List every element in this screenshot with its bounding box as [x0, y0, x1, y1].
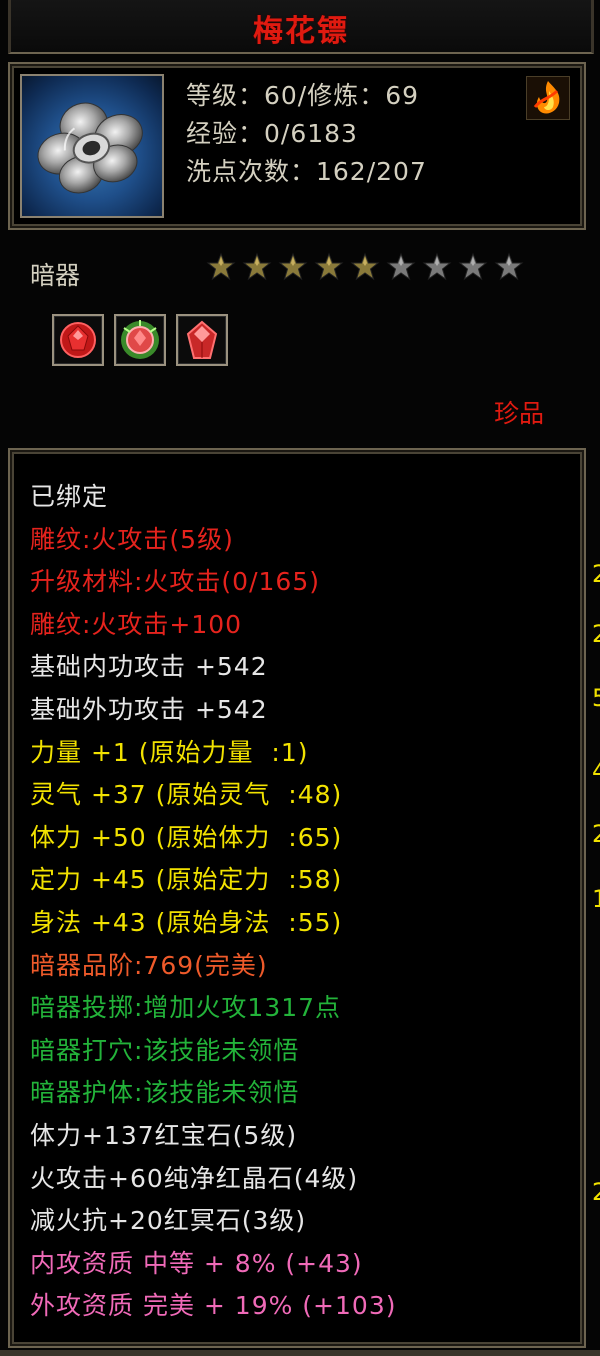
star-empty-icon — [422, 252, 452, 282]
attribute-line: 升级材料:火攻击(0/165) — [30, 567, 320, 597]
attribute-line: 力量 +1 (原始力量 :1) — [30, 737, 309, 767]
star-filled-icon — [242, 252, 272, 282]
attribute-line: 定力 +45 (原始定力 :58) — [30, 865, 343, 895]
attribute-line: 暗器护体:该技能未领悟 — [30, 1078, 300, 1108]
star-empty-icon — [458, 252, 488, 282]
attribute-line: 基础外功攻击 +542 — [30, 694, 268, 724]
edge-digit: 2 — [592, 820, 600, 848]
attribute-line: 减火抗+20红冥石(3级) — [30, 1206, 307, 1236]
exp-line: 经验：0/6183 — [186, 119, 358, 148]
star-empty-icon — [494, 252, 524, 282]
ruby-gem-icon[interactable] — [52, 314, 104, 366]
star-filled-icon — [278, 252, 308, 282]
item-type-label: 暗器 — [30, 261, 81, 290]
star-filled-icon — [350, 252, 380, 282]
edge-digit: 2 — [592, 620, 600, 648]
edge-digit: 2 — [592, 560, 600, 588]
star-filled-icon — [314, 252, 344, 282]
attribute-line: 身法 +43 (原始身法 :55) — [30, 907, 343, 937]
red-shard-icon[interactable] — [176, 314, 228, 366]
attribute-line: 暗器打穴:该技能未领悟 — [30, 1035, 300, 1065]
edge-digit: 5 — [592, 684, 600, 712]
attribute-list: 已绑定雕纹:火攻击(5级) 升级材料:火攻击(0/165) 雕纹:火攻击+100 基础… — [30, 476, 396, 1328]
edge-digit: 2 — [592, 1178, 600, 1206]
edge-digit: 1 — [592, 885, 600, 913]
pure-red-crystal-icon[interactable] — [114, 314, 166, 366]
plum-blossom-dart-icon — [20, 74, 164, 218]
attribute-line: 暗器投掷:增加火攻1317点 — [30, 993, 342, 1023]
attribute-line: 已绑定 — [30, 482, 109, 511]
fire-element-icon — [526, 76, 570, 120]
attribute-line: 雕纹:火攻击+100 — [30, 609, 243, 639]
star-filled-icon — [206, 252, 236, 282]
attribute-line: 内攻资质 中等 + 8% (+43) — [30, 1248, 363, 1278]
attribute-line: 灵气 +37 (原始灵气 :48) — [30, 780, 343, 810]
attribute-line: 外攻资质 完美 + 19% (+103) — [30, 1291, 397, 1321]
attribute-line: 火攻击+60纯净红晶石(4级) — [30, 1163, 359, 1193]
title-bar: 梅花镖 — [8, 0, 594, 54]
reset-count-line: 洗点次数：162/207 — [186, 157, 427, 186]
level-line: 等级：60/修炼：69 — [186, 81, 420, 110]
attribute-line: 暗器品阶:769(完美) — [30, 950, 268, 980]
attribute-line: 雕纹:火攻击(5级) — [30, 524, 234, 554]
item-tooltip: 梅花镖 等级：60/修炼：69 经验：0/6183 洗点次数：162/207 暗… — [0, 0, 600, 1356]
bottom-border — [0, 1350, 600, 1356]
edge-digit: 4 — [592, 757, 600, 785]
attribute-line: 体力+137红宝石(5级) — [30, 1120, 298, 1150]
item-name: 梅花镖 — [253, 14, 349, 49]
rarity-label: 珍品 — [493, 399, 544, 428]
attribute-line: 体力 +50 (原始体力 :65) — [30, 822, 343, 852]
item-header-panel: 等级：60/修炼：69 经验：0/6183 洗点次数：162/207 — [8, 62, 586, 230]
star-empty-icon — [386, 252, 416, 282]
attribute-line: 基础内功攻击 +542 — [30, 652, 268, 682]
attributes-panel: 已绑定雕纹:火攻击(5级) 升级材料:火攻击(0/165) 雕纹:火攻击+100 基础… — [8, 448, 586, 1348]
